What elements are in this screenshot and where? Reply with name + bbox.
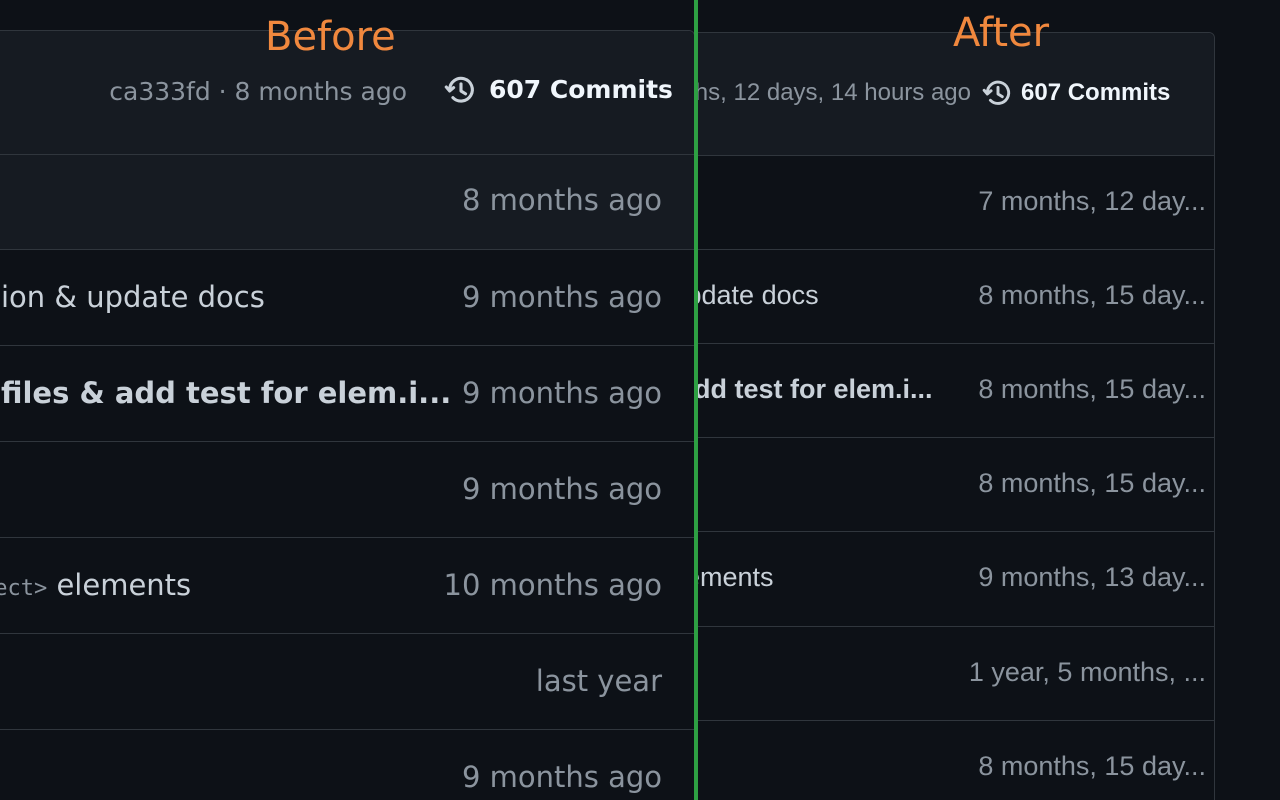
commit-age: 8 months, 15 day... xyxy=(978,751,1206,781)
table-row[interactable]: 7 months, 12 day... xyxy=(698,156,1214,250)
history-icon xyxy=(444,76,474,103)
commit-message[interactable]: ıpdate docs xyxy=(698,280,819,311)
table-row[interactable]: 1 year, 5 months, ... xyxy=(698,627,1214,721)
commit-age: 8 months ago xyxy=(461,183,662,217)
commit-age: 10 months ago xyxy=(443,568,663,602)
commit-message[interactable]: files & add test for elem.i... xyxy=(1,376,451,410)
commit-age: 9 months ago xyxy=(461,760,662,794)
table-row[interactable]: files & add test for elem.i... 9 months … xyxy=(0,346,694,442)
commit-message[interactable]: ion & update docs xyxy=(1,280,265,314)
commit-age: 7 months, 12 day... xyxy=(978,186,1206,216)
history-icon xyxy=(982,80,1011,105)
before-panel: ca333fd · 8 months ago 607 Commits 8 mon… xyxy=(0,0,694,800)
commit-age: 1 year, 5 months, ... xyxy=(968,657,1206,687)
inline-code: lect> xyxy=(0,576,48,601)
commit-message[interactable]: lect> elements xyxy=(0,568,191,602)
commit-age: last year xyxy=(535,664,662,698)
commits-count-link[interactable]: 607 Commits xyxy=(489,75,673,104)
commit-message-text: elements xyxy=(47,568,192,602)
table-row[interactable]: 9 months ago xyxy=(0,730,694,800)
commit-age: 8 months, 15 day... xyxy=(978,280,1206,310)
table-row[interactable]: lements 9 months, 13 day... xyxy=(698,532,1214,627)
after-panel: ths, 12 days, 14 hours ago 607 Commits 7… xyxy=(698,0,1280,800)
commit-message[interactable]: add test for elem.i... xyxy=(698,374,933,405)
table-row[interactable]: 8 months, 15 day... xyxy=(698,721,1214,800)
latest-commit-link[interactable]: ca333fd · 8 months ago xyxy=(109,77,407,106)
table-row[interactable]: last year xyxy=(0,634,694,730)
table-row[interactable]: lect> elements 10 months ago xyxy=(0,538,694,634)
commit-age: 9 months ago xyxy=(461,376,662,410)
table-row[interactable]: add test for elem.i... 8 months, 15 day.… xyxy=(698,344,1214,438)
table-row[interactable]: 9 months ago xyxy=(0,442,694,538)
table-row[interactable]: 8 months, 15 day... xyxy=(698,438,1214,532)
before-label: Before xyxy=(265,14,396,60)
after-label: After xyxy=(953,10,1050,56)
table-row[interactable]: ion & update docs 9 months ago xyxy=(0,250,694,346)
commit-age: 8 months, 15 day... xyxy=(978,468,1206,498)
commit-list-box: ca333fd · 8 months ago 607 Commits 8 mon… xyxy=(0,30,694,800)
commit-message[interactable]: lements xyxy=(698,562,774,593)
commits-count-link[interactable]: 607 Commits xyxy=(1021,79,1170,107)
commit-list-box: ths, 12 days, 14 hours ago 607 Commits 7… xyxy=(698,32,1215,800)
commit-age: 9 months, 13 day... xyxy=(978,562,1206,592)
latest-commit-link[interactable]: ths, 12 days, 14 hours ago xyxy=(698,79,971,107)
table-row[interactable]: 8 months ago xyxy=(0,155,694,250)
commit-age: 8 months, 15 day... xyxy=(978,374,1206,404)
table-row[interactable]: ıpdate docs 8 months, 15 day... xyxy=(698,250,1214,344)
commit-age: 9 months ago xyxy=(461,280,662,314)
commit-age: 9 months ago xyxy=(461,472,662,506)
comparison-screenshot: ca333fd · 8 months ago 607 Commits 8 mon… xyxy=(0,0,1280,800)
